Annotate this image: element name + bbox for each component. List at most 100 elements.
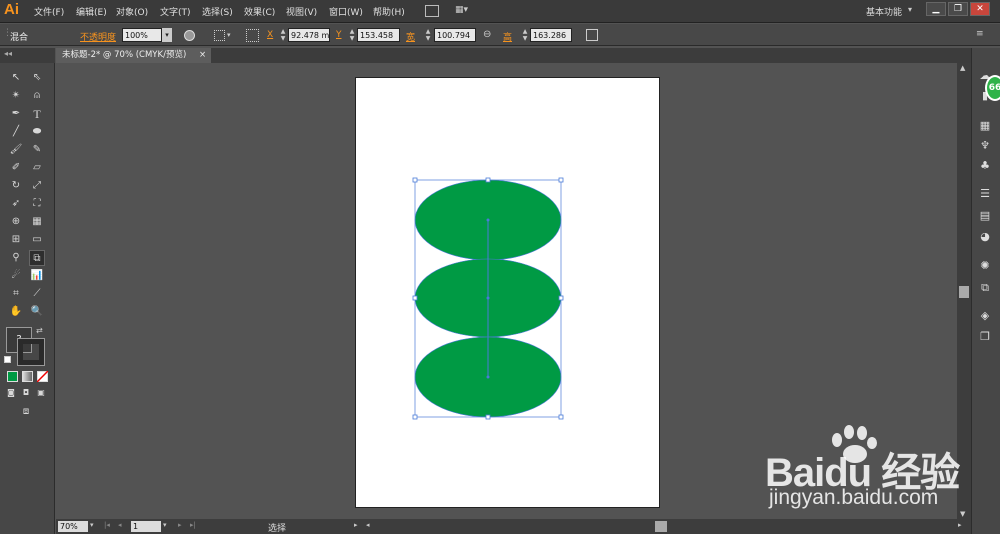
height-input[interactable]: 163.286 <box>530 28 572 42</box>
symbol-sprayer-tool-icon[interactable]: ☄ <box>8 268 24 284</box>
recolor-icon[interactable] <box>184 30 195 41</box>
vertical-scroll-thumb[interactable] <box>959 286 969 298</box>
width-stepper[interactable]: ▲ ▼ <box>424 28 432 42</box>
menu-type[interactable]: 文字(T) <box>160 5 191 18</box>
layers-icon[interactable]: ◈ <box>977 308 993 324</box>
menu-view[interactable]: 视图(V) <box>286 5 317 18</box>
scale-tool-icon[interactable]: ⤢ <box>29 178 45 194</box>
symbols-icon[interactable]: ♣ <box>977 158 993 174</box>
gradient-mode-icon[interactable] <box>22 371 33 382</box>
ellipse-tool-icon[interactable]: ⬬ <box>29 124 45 140</box>
slice-tool-icon[interactable]: ⟋ <box>29 286 45 302</box>
scroll-right-icon[interactable]: ▸ <box>958 521 962 529</box>
eraser-tool-icon[interactable]: ▱ <box>29 160 45 176</box>
panel-menu-icon[interactable]: ≡ <box>976 29 984 39</box>
reference-point-icon[interactable] <box>246 29 259 42</box>
magic-wand-tool-icon[interactable]: ✴ <box>8 88 24 104</box>
appearance-icon[interactable]: ✺ <box>977 258 993 274</box>
menu-edit[interactable]: 编辑(E) <box>76 5 107 18</box>
color-mode-icon[interactable] <box>7 371 18 382</box>
width-input[interactable]: 100.794 <box>434 28 476 42</box>
menu-object[interactable]: 对象(O) <box>116 5 148 18</box>
brushes-icon[interactable]: ♆ <box>977 138 993 154</box>
eyedropper-tool-icon[interactable]: ⚲ <box>8 250 24 266</box>
paintbrush-tool-icon[interactable]: 🖌 <box>8 142 24 158</box>
transform-icon[interactable] <box>586 29 598 41</box>
restore-button[interactable]: ❐ <box>948 2 968 16</box>
mesh-tool-icon[interactable]: ⊞ <box>8 232 24 248</box>
x-stepper[interactable]: ▲ ▼ <box>279 28 287 42</box>
blob-brush-tool-icon[interactable]: ✐ <box>8 160 24 176</box>
width-label[interactable]: 宽 <box>406 30 415 43</box>
swatches-icon[interactable]: ▦ <box>977 118 993 134</box>
collapse-icon[interactable]: ◂◂ <box>4 49 12 58</box>
link-icon[interactable]: ⊖ <box>483 29 491 40</box>
menu-window[interactable]: 窗口(W) <box>329 5 363 18</box>
draw-inside-icon[interactable]: ▣ <box>35 387 47 399</box>
horizontal-scroll-thumb[interactable] <box>655 521 667 532</box>
first-artboard-icon[interactable]: |◂ <box>104 521 110 529</box>
free-transform-tool-icon[interactable]: ⛶ <box>29 196 45 212</box>
next-artboard-icon[interactable]: ▸ <box>178 521 182 529</box>
lasso-tool-icon[interactable]: ⍝ <box>29 88 45 104</box>
y-stepper[interactable]: ▲ ▼ <box>348 28 356 42</box>
opacity-input[interactable]: 100% <box>122 28 162 42</box>
status-menu-icon[interactable]: ▸ <box>354 521 358 529</box>
selection-tool-icon[interactable]: ↖ <box>8 70 24 86</box>
menu-effect[interactable]: 效果(C) <box>244 5 275 18</box>
swap-icon[interactable]: ⇄ <box>36 326 43 335</box>
direct-selection-tool-icon[interactable]: ⇖ <box>29 70 45 86</box>
y-label[interactable]: Y <box>336 30 342 40</box>
menu-file[interactable]: 文件(F) <box>34 5 64 18</box>
height-label[interactable]: 高 <box>503 30 512 43</box>
workspace-switcher[interactable]: 基本功能 <box>866 5 902 18</box>
perspective-grid-tool-icon[interactable]: ▦ <box>29 214 45 230</box>
previous-artboard-icon[interactable]: ◂ <box>118 521 122 529</box>
menu-help[interactable]: 帮助(H) <box>373 5 405 18</box>
opacity-dropdown-button[interactable]: ▾ <box>162 28 172 42</box>
shape-builder-tool-icon[interactable]: ⊕ <box>8 214 24 230</box>
gradient-panel-icon[interactable]: ▤ <box>977 208 993 224</box>
screen-mode-icon[interactable]: ⧈ <box>17 405 35 419</box>
none-mode-icon[interactable] <box>37 371 48 382</box>
rotate-tool-icon[interactable]: ↻ <box>8 178 24 194</box>
arrange-documents-icon[interactable]: ▦▾ <box>455 5 473 17</box>
zoom-input[interactable]: 70% <box>58 521 88 532</box>
stroke-panel-icon[interactable]: ☰ <box>977 186 993 202</box>
transparency-icon[interactable]: ◕ <box>977 229 993 245</box>
artboard-dropdown-icon[interactable]: ▾ <box>163 521 167 529</box>
height-stepper[interactable]: ▲ ▼ <box>521 28 529 42</box>
bridge-icon[interactable] <box>425 5 439 17</box>
last-artboard-icon[interactable]: ▸| <box>190 521 196 529</box>
zoom-tool-icon[interactable]: 🔍 <box>29 304 45 320</box>
y-input[interactable]: 153.458 <box>357 28 400 42</box>
pen-tool-icon[interactable]: ✒ <box>8 106 24 122</box>
chevron-down-icon[interactable]: ▾ <box>908 5 912 14</box>
chevron-down-icon[interactable]: ▾ <box>227 31 231 39</box>
x-input[interactable]: 92.478 m <box>288 28 330 42</box>
draw-normal-icon[interactable]: ◙ <box>5 387 17 399</box>
pencil-tool-icon[interactable]: ✎ <box>29 142 45 158</box>
artboard-number-input[interactable]: 1 <box>131 521 161 532</box>
scroll-up-icon[interactable]: ▲ <box>960 64 965 72</box>
hand-tool-icon[interactable]: ✋ <box>8 304 24 320</box>
stroke-swatch[interactable] <box>17 338 45 366</box>
draw-behind-icon[interactable]: ◘ <box>20 387 32 399</box>
graph-tool-icon[interactable]: 📊 <box>29 268 45 284</box>
line-tool-icon[interactable]: ╱ <box>8 124 24 140</box>
graphic-styles-icon[interactable]: ⧉ <box>977 280 993 296</box>
document-tab[interactable]: 未标题-2* @ 70% (CMYK/预览) × <box>56 48 211 63</box>
align-icon[interactable] <box>214 30 225 41</box>
opacity-label[interactable]: 不透明度 <box>80 30 116 43</box>
menu-select[interactable]: 选择(S) <box>202 5 233 18</box>
close-tab-icon[interactable]: × <box>199 48 206 63</box>
type-tool-icon[interactable]: T <box>29 106 45 122</box>
artboard-tool-icon[interactable]: ⌗ <box>8 286 24 302</box>
gradient-tool-icon[interactable]: ▭ <box>29 232 45 248</box>
artboards-icon[interactable]: ❐ <box>977 329 993 345</box>
close-window-button[interactable]: ✕ <box>970 2 990 16</box>
default-colors-icon[interactable] <box>4 356 11 363</box>
blend-tool-icon[interactable]: ⧉ <box>29 250 45 266</box>
minimize-button[interactable]: ▁ <box>926 2 946 16</box>
x-label[interactable]: X <box>267 30 273 40</box>
